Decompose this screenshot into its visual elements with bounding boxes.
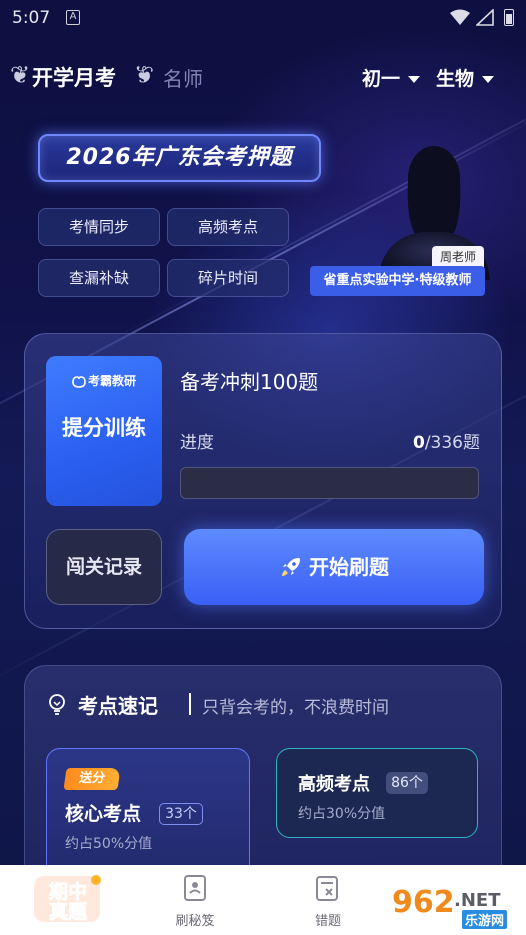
progress-bar (180, 467, 479, 499)
chevron-down-icon (482, 76, 495, 83)
status-time: 5:07 (12, 8, 51, 28)
title-divider (189, 693, 191, 715)
progress-total: /336题 (424, 433, 480, 453)
start-button-label: 开始刷题 (309, 555, 389, 579)
battery-icon (504, 9, 514, 26)
progress-done: 0 (412, 433, 425, 453)
high-frequency-count: 86个 (386, 772, 428, 794)
progress-value: 0/336题 (413, 428, 480, 453)
grade-selector[interactable]: 初一 (362, 64, 421, 91)
nav-tips[interactable]: 刷秘笈 (155, 874, 235, 929)
wifi-icon (450, 9, 470, 25)
watermark-domain: .NET (454, 890, 501, 911)
status-bar: 5:07 A (0, 0, 526, 36)
promo-title[interactable]: 2026年广东会考押题 (38, 134, 321, 182)
grade-label: 初一 (362, 68, 401, 90)
free-points-ribbon: 送分 (63, 768, 121, 790)
chip-exam-sync[interactable]: 考情同步 (38, 208, 160, 246)
core-points-name: 核心考点 (65, 803, 142, 825)
chevron-down-icon (408, 76, 421, 83)
logo-line-1: 期中 (49, 880, 87, 903)
teacher-title: 省重点实验中学·特级教师 (310, 266, 485, 296)
brand-logo-icon (72, 375, 86, 388)
watermark-sub: 乐游网 (462, 910, 508, 929)
brand-label: 考霸教研 (46, 372, 162, 389)
core-points-share: 约占50%分值 (65, 836, 153, 852)
mistake-icon (316, 876, 338, 901)
start-practice-button[interactable]: 开始刷题 (184, 529, 484, 605)
chip-high-frequency[interactable]: 高频考点 (167, 208, 289, 246)
training-badge: 考霸教研 提分训练 (46, 356, 162, 506)
notification-icon: A (66, 10, 80, 25)
progress-label: 进度 (180, 433, 214, 453)
laurel-left-icon: ❦ (10, 61, 31, 89)
nav-tips-label: 刷秘笈 (175, 914, 215, 929)
teacher-name: 周老师 (432, 246, 484, 268)
tab-monthly-exam[interactable]: 开学月考 (32, 62, 116, 92)
nav-mistakes-label: 错题 (314, 914, 341, 929)
tab-teachers[interactable]: 名师 (163, 63, 203, 92)
section-subtitle: 只背会考的，不浪费时间 (202, 698, 389, 718)
high-frequency-share: 约占30%分值 (298, 806, 386, 822)
watermark-number: 962 (392, 885, 455, 920)
midterm-exam-logo[interactable]: 期中 真题 (30, 870, 106, 928)
brand-text: 考霸教研 (87, 374, 136, 388)
record-button[interactable]: 闯关记录 (46, 529, 162, 605)
logo-line-2: 真题 (49, 900, 87, 923)
top-header: ❦ 开学月考 ❦ 名师 初一 生物 (0, 58, 526, 98)
signal-icon (476, 9, 494, 26)
core-points-count: 33个 (159, 803, 203, 825)
lightbulb-icon (49, 694, 65, 715)
chip-fragment-time[interactable]: 碎片时间 (167, 259, 289, 297)
practice-title: 备考冲刺100题 (180, 370, 319, 394)
subject-label: 生物 (436, 68, 475, 90)
laurel-right-icon: ❦ (134, 61, 155, 89)
subject-selector[interactable]: 生物 (436, 64, 495, 91)
nav-mistakes[interactable]: 错题 (288, 874, 368, 929)
rocket-icon (282, 557, 300, 576)
chip-fill-gaps[interactable]: 查漏补缺 (38, 259, 160, 297)
book-icon (184, 875, 206, 901)
section-title: 考点速记 (78, 694, 158, 718)
badge-text: 提分训练 (62, 416, 146, 440)
high-frequency-name: 高频考点 (298, 774, 370, 795)
